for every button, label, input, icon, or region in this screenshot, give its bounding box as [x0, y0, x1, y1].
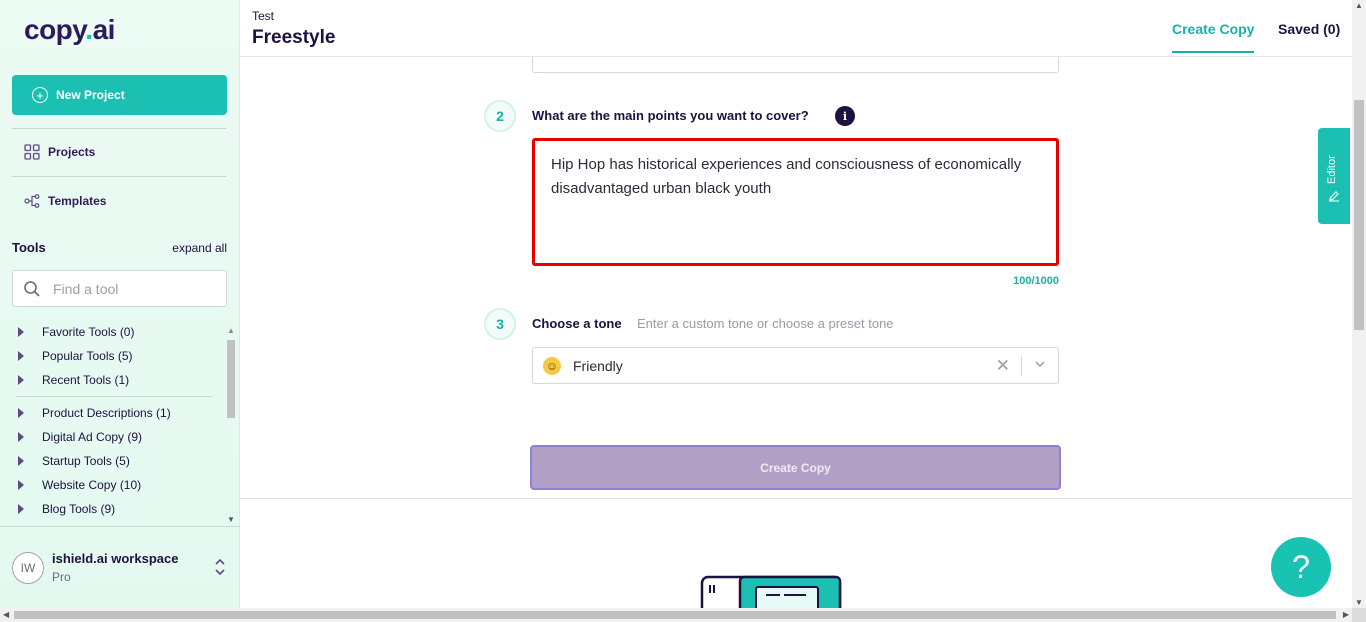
tool-group-recent[interactable]: Recent Tools (1)	[18, 373, 129, 387]
new-project-button[interactable]: + New Project	[12, 75, 227, 115]
main-content: 2 What are the main points you want to c…	[240, 57, 1352, 608]
app-window: copy.ai + New Project Projects Templates…	[0, 0, 1366, 622]
page-vertical-scrollbar[interactable]: ▲ ▼	[1352, 0, 1366, 608]
sidebar-divider	[12, 128, 227, 129]
caret-right-icon	[18, 456, 24, 466]
scroll-down-arrow-icon[interactable]: ▼	[227, 515, 235, 524]
breadcrumb[interactable]: Test	[252, 9, 274, 23]
editor-side-tab[interactable]: Editor	[1318, 128, 1350, 224]
tool-group-label: Digital Ad Copy (9)	[42, 430, 143, 444]
workspace-switcher[interactable]: IW ishield.ai workspace Pro	[0, 526, 240, 608]
caret-right-icon	[18, 504, 24, 514]
grid-icon	[24, 144, 40, 160]
tone-label: Choose a tone	[532, 316, 622, 331]
tab-create-copy[interactable]: Create Copy	[1172, 21, 1255, 53]
sidebar-item-projects[interactable]: Projects	[24, 144, 95, 160]
scrollbar-corner	[1352, 608, 1366, 622]
tool-group-blog-tools[interactable]: Blog Tools (9)	[18, 502, 115, 516]
sidebar-item-label: Projects	[48, 145, 96, 159]
tool-list-divider	[16, 396, 212, 397]
tool-group-label: Blog Tools (9)	[42, 502, 116, 516]
caret-right-icon	[18, 327, 24, 337]
share-nodes-icon	[24, 193, 40, 209]
tone-hint: Enter a custom tone or choose a preset t…	[637, 316, 894, 331]
sidebar-item-templates[interactable]: Templates	[24, 193, 106, 209]
tool-group-website-copy[interactable]: Website Copy (10)	[18, 478, 141, 492]
scroll-up-arrow-icon[interactable]: ▲	[227, 326, 235, 335]
caret-right-icon	[18, 432, 24, 442]
logo-dot: .	[85, 14, 93, 45]
select-separator	[1021, 356, 1022, 376]
tool-group-popular[interactable]: Popular Tools (5)	[18, 349, 133, 363]
scroll-down-arrow-icon[interactable]: ▼	[1355, 598, 1363, 607]
tool-group-product-descriptions[interactable]: Product Descriptions (1)	[18, 406, 171, 420]
scrollbar-thumb[interactable]	[1354, 100, 1364, 330]
plus-circle-icon: +	[32, 87, 48, 103]
tab-saved[interactable]: Saved (0)	[1278, 21, 1340, 37]
tools-title: Tools	[12, 240, 46, 255]
step-number-badge: 2	[484, 100, 516, 132]
tool-group-label: Favorite Tools (0)	[42, 325, 135, 339]
info-icon[interactable]: i	[835, 106, 855, 126]
workspace-plan: Pro	[52, 570, 71, 584]
section-divider	[240, 498, 1352, 499]
expand-all-link[interactable]: expand all	[172, 241, 227, 255]
caret-right-icon	[18, 375, 24, 385]
tool-search	[12, 270, 227, 307]
sidebar-item-label: Templates	[48, 194, 107, 208]
new-project-label: New Project	[56, 88, 125, 102]
character-counter: 100/1000	[1013, 275, 1059, 287]
tool-group-label: Recent Tools (1)	[42, 373, 130, 387]
workspace-name: ishield.ai workspace	[52, 551, 179, 566]
tool-list-scrollbar[interactable]: ▲ ▼	[226, 326, 236, 524]
tool-search-input[interactable]	[53, 280, 213, 297]
tools-header: Tools expand all	[12, 240, 227, 255]
logo-text-suffix: ai	[92, 14, 116, 45]
tool-group-label: Startup Tools (5)	[42, 454, 130, 468]
top-header: Test Freestyle Create Copy Saved (0)	[240, 0, 1352, 57]
tone-selected-value: Friendly	[573, 357, 623, 374]
pencil-icon	[1329, 191, 1339, 202]
clear-icon[interactable]: ✕	[996, 356, 1010, 376]
tool-group-label: Website Copy (10)	[42, 478, 142, 492]
scroll-left-arrow-icon[interactable]: ◀	[3, 610, 9, 619]
tool-group-favorite[interactable]: Favorite Tools (0)	[18, 325, 134, 339]
caret-right-icon	[18, 480, 24, 490]
chevron-down-icon[interactable]	[1034, 358, 1046, 373]
caret-right-icon	[18, 408, 24, 418]
chevron-up-down-icon[interactable]	[214, 557, 226, 579]
printer-illustration-icon	[700, 575, 842, 608]
create-copy-button[interactable]: Create Copy	[530, 445, 1061, 490]
tool-group-label: Product Descriptions (1)	[42, 406, 171, 420]
avatar: IW	[12, 552, 44, 584]
page-horizontal-scrollbar[interactable]: ◀ ▶	[0, 608, 1352, 622]
tool-group-digital-ad-copy[interactable]: Digital Ad Copy (9)	[18, 430, 142, 444]
help-button[interactable]: ?	[1271, 537, 1331, 597]
tool-group-startup-tools[interactable]: Startup Tools (5)	[18, 454, 130, 468]
copyai-logo[interactable]: copy.ai	[24, 14, 115, 46]
scrollbar-thumb[interactable]	[227, 340, 235, 418]
tool-list: Favorite Tools (0) Popular Tools (5) Rec…	[12, 320, 227, 526]
sidebar-divider	[12, 176, 227, 177]
tone-select[interactable]: ☺ Friendly ✕	[532, 347, 1059, 384]
caret-right-icon	[18, 351, 24, 361]
previous-step-field[interactable]	[532, 57, 1059, 73]
step-number-badge: 3	[484, 308, 516, 340]
search-icon	[24, 280, 40, 297]
smiley-emoji-icon: ☺	[543, 356, 561, 375]
page-title: Freestyle	[252, 27, 336, 48]
main-points-label: What are the main points you want to cov…	[532, 108, 809, 123]
tool-group-label: Popular Tools (5)	[42, 349, 133, 363]
sidebar: copy.ai + New Project Projects Templates…	[0, 0, 240, 608]
scrollbar-thumb[interactable]	[14, 611, 1336, 619]
logo-text: copy	[24, 14, 86, 45]
scroll-up-arrow-icon[interactable]: ▲	[1355, 1, 1363, 10]
editor-tab-label: Editor	[1326, 155, 1338, 184]
main-points-textarea[interactable]: Hip Hop has historical experiences and c…	[532, 138, 1059, 266]
scroll-right-arrow-icon[interactable]: ▶	[1343, 610, 1349, 619]
